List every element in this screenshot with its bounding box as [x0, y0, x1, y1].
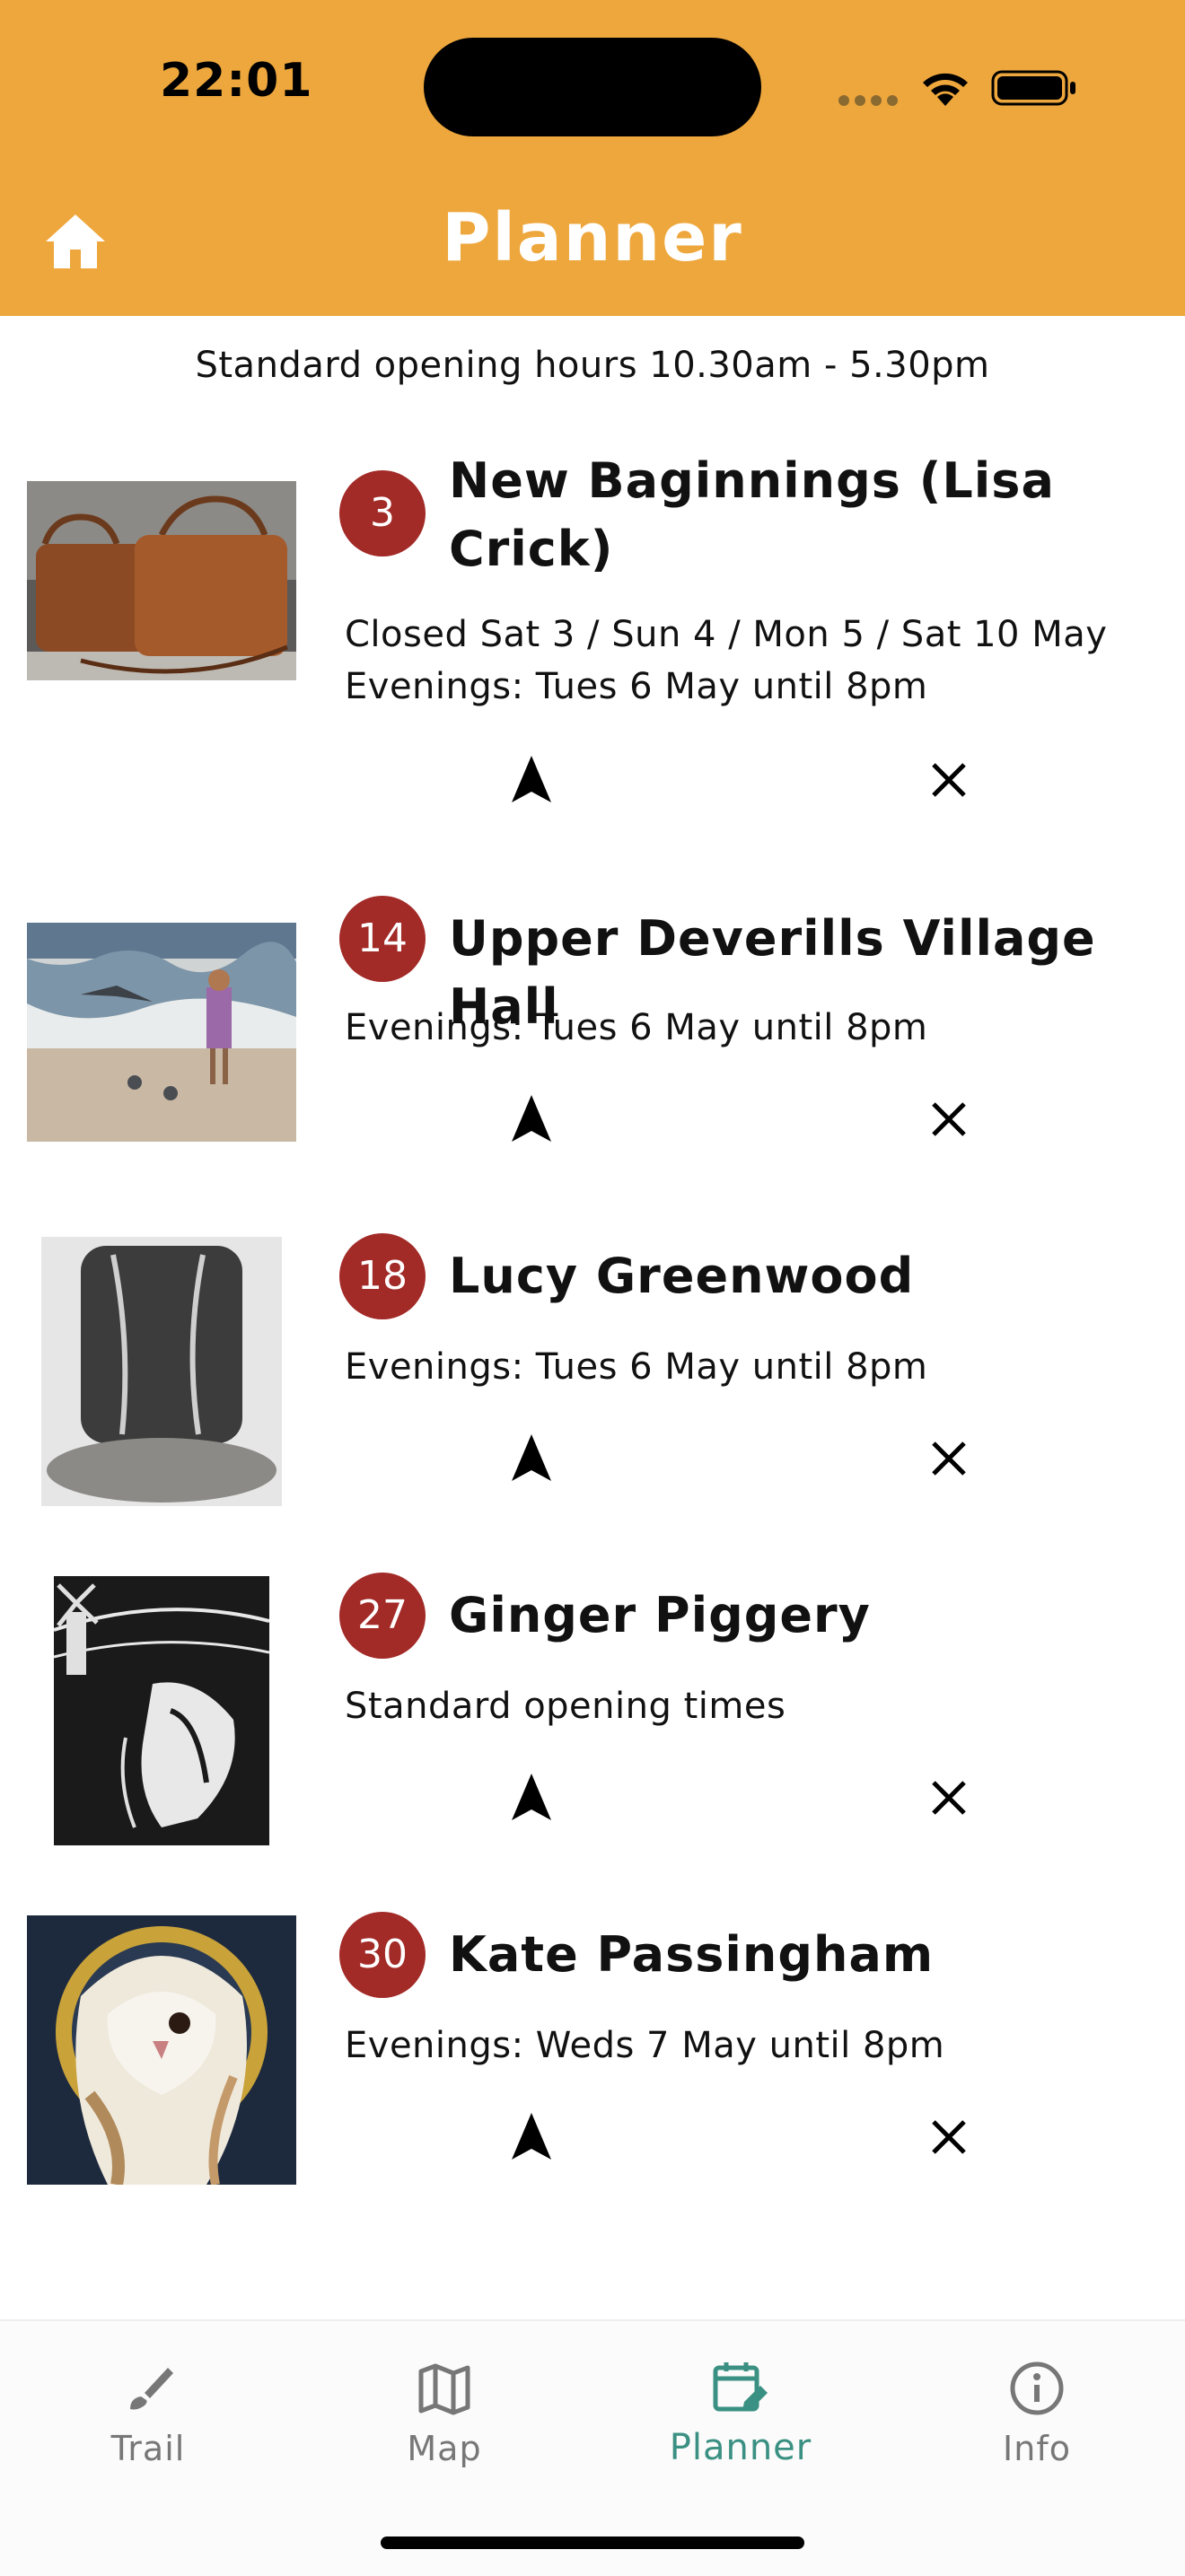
- tab-label: Planner: [669, 2427, 812, 2468]
- navigate-icon[interactable]: [508, 1772, 555, 1822]
- page-title: Planner: [442, 199, 743, 276]
- remove-icon[interactable]: [928, 759, 970, 801]
- tab-trail[interactable]: Trail: [0, 2334, 296, 2468]
- calendar-edit-icon: [713, 2362, 768, 2412]
- info-icon: [1010, 2361, 1064, 2415]
- stop-number-badge: 14: [339, 896, 426, 982]
- stop-name: Lucy Greenwood: [449, 1248, 915, 1304]
- stop-number-badge: 30: [339, 1912, 426, 1998]
- leather-bags-photo: [27, 481, 296, 680]
- tab-info[interactable]: Info: [889, 2334, 1185, 2468]
- horse-print: [54, 1576, 269, 1845]
- navigate-icon[interactable]: [508, 754, 555, 804]
- navigate-icon[interactable]: [508, 2111, 555, 2161]
- barn-owl-painting: [27, 1915, 296, 2185]
- app-header: 22:01 Planner: [0, 0, 1185, 316]
- remove-icon[interactable]: [928, 2116, 970, 2158]
- navigate-icon[interactable]: [508, 1093, 555, 1143]
- stop-name: Kate Passingham: [449, 1926, 935, 1983]
- stop-opening-note: Evenings: Tues 6 May until 8pm: [345, 1007, 928, 1048]
- stop-name: Ginger Piggery: [449, 1587, 871, 1643]
- battery-icon: [991, 70, 1075, 106]
- stop-opening-note: Standard opening times: [345, 1686, 786, 1727]
- map-icon: [418, 2363, 470, 2415]
- stop-number-badge: 18: [339, 1233, 426, 1319]
- tab-label: Trail: [110, 2429, 186, 2468]
- stop-opening-note: Evenings: Weds 7 May until 8pm: [345, 2025, 945, 2066]
- navigate-icon[interactable]: [508, 1433, 555, 1483]
- brush-icon: [130, 2368, 173, 2410]
- wifi-icon: [923, 73, 968, 106]
- stop-number-badge: 27: [339, 1573, 426, 1659]
- status-time: 22:01: [160, 54, 313, 108]
- stop-opening-note: Evenings: Tues 6 May until 8pm: [345, 1346, 928, 1388]
- cellular-signal-icon: [838, 95, 898, 106]
- tab-planner[interactable]: Planner: [592, 2334, 889, 2468]
- tab-label: Map: [407, 2429, 482, 2468]
- remove-icon[interactable]: [928, 1438, 970, 1479]
- dynamic-island: [424, 38, 761, 136]
- home-indicator[interactable]: [381, 2537, 804, 2549]
- stop-opening-note: Closed Sat 3 / Sun 4 / Mon 5 / Sat 10 Ma…: [345, 614, 1108, 707]
- remove-icon[interactable]: [928, 1777, 970, 1818]
- opening-hours-text: Standard opening hours 10.30am - 5.30pm: [195, 345, 990, 386]
- stop-number-badge: 3: [339, 470, 426, 556]
- tab-map[interactable]: Map: [296, 2334, 592, 2468]
- stop-name: New Baginnings (Lisa Crick): [449, 452, 1055, 577]
- remove-icon[interactable]: [928, 1099, 970, 1140]
- beach-painting: [27, 923, 296, 1142]
- silver-jewellery-photo: [41, 1237, 282, 1506]
- tab-label: Info: [1003, 2429, 1071, 2468]
